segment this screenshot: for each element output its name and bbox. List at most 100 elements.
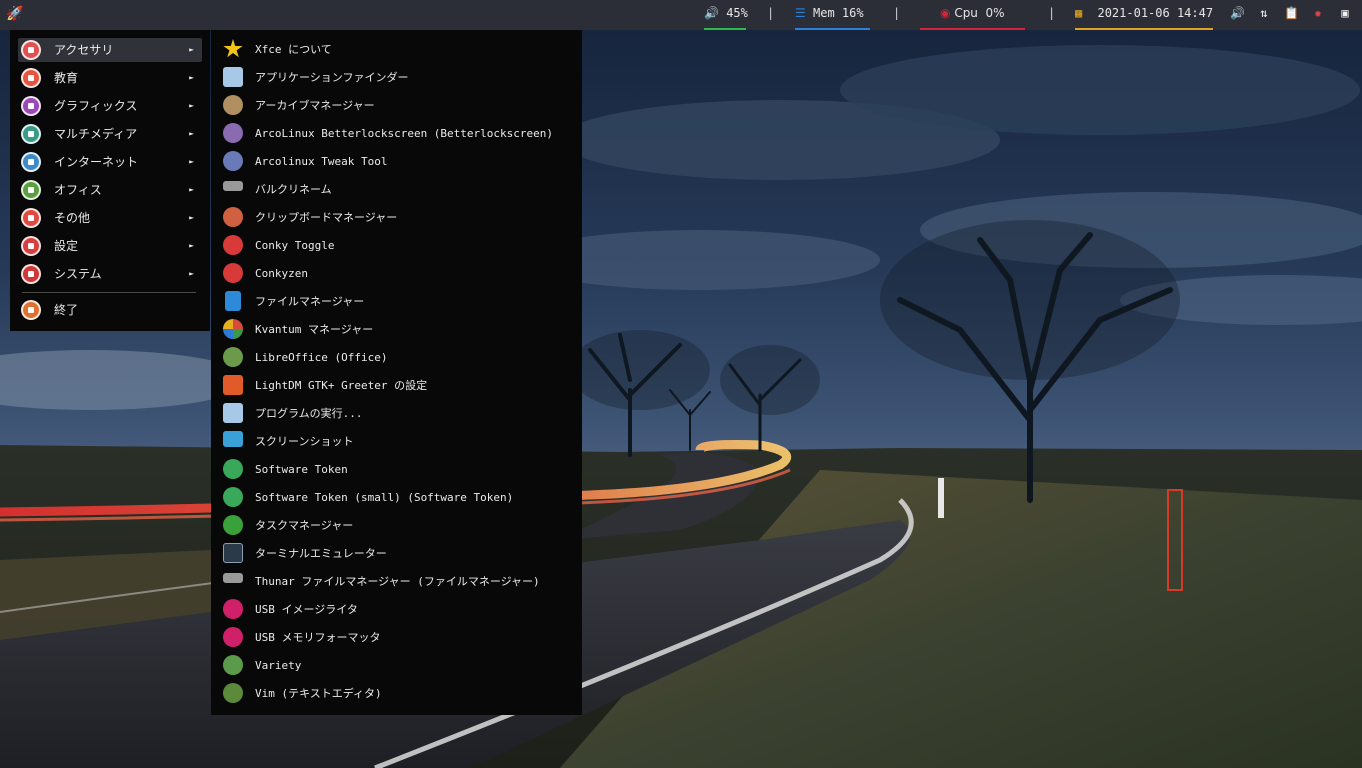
- category-education[interactable]: 教育 ►: [18, 66, 202, 90]
- app-item-conkyzen[interactable]: Conkyzen: [221, 261, 576, 287]
- app-item-betterlockscreen[interactable]: ArcoLinux Betterlockscreen (Betterlocksc…: [221, 121, 576, 147]
- app-item-terminal[interactable]: ターミナルエミュレーター: [221, 541, 576, 567]
- volume-tray-icon[interactable]: 🔊: [1230, 6, 1245, 20]
- accessories-submenu: Xfce について アプリケーションファインダー アーカイブマネージャー Arc…: [211, 30, 582, 715]
- accessories-icon: [21, 40, 41, 60]
- category-settings[interactable]: 設定 ►: [18, 234, 202, 258]
- settings-gear-icon[interactable]: ✹: [1311, 6, 1325, 20]
- app-item-conky-toggle[interactable]: Conky Toggle: [221, 233, 576, 259]
- bulk-rename-icon: [223, 181, 243, 191]
- app-label: Variety: [255, 659, 302, 672]
- category-internet[interactable]: インターネット ►: [18, 150, 202, 174]
- category-graphics[interactable]: グラフィックス ►: [18, 94, 202, 118]
- cpu-value: Cpu 0%: [954, 6, 1005, 20]
- app-label: Conky Toggle: [255, 239, 335, 252]
- app-item-task-manager[interactable]: タスクマネージャー: [221, 513, 576, 539]
- app-label: Xfce について: [255, 43, 332, 56]
- settings-icon: [21, 236, 41, 256]
- clock-widget[interactable]: ▦ 2021-01-06 14:47: [1075, 0, 1213, 30]
- thunar-icon: [223, 573, 243, 583]
- app-item-software-token[interactable]: Software Token: [221, 457, 576, 483]
- app-item-software-token-small[interactable]: Software Token (small) (Software Token): [221, 485, 576, 511]
- app-item-kvantum[interactable]: Kvantum マネージャー: [221, 317, 576, 343]
- app-item-vim[interactable]: Vim (テキストエディタ): [221, 681, 576, 707]
- app-item-usb-formatter[interactable]: USB メモリフォーマッタ: [221, 625, 576, 651]
- app-label: Software Token (small) (Software Token): [255, 491, 514, 504]
- graphics-icon: [21, 96, 41, 116]
- magnifier-icon: [223, 67, 243, 87]
- volume-underline: [704, 28, 746, 30]
- logout-item[interactable]: 終了: [18, 298, 202, 322]
- menu-divider: [22, 292, 196, 293]
- app-item-appfinder[interactable]: アプリケーションファインダー: [221, 65, 576, 91]
- category-system[interactable]: システム ►: [18, 262, 202, 286]
- app-item-libreoffice[interactable]: LibreOffice (Office): [221, 345, 576, 371]
- app-label: タスクマネージャー: [255, 519, 354, 532]
- submenu-arrow-icon: ►: [189, 241, 194, 250]
- network-arrows-icon[interactable]: ⇅: [1257, 6, 1271, 20]
- run-program-icon: [223, 403, 243, 423]
- category-label: グラフィックス: [54, 99, 138, 113]
- conky-icon: [223, 235, 243, 255]
- clipboard-tray-icon[interactable]: 📋: [1284, 6, 1299, 20]
- kvantum-icon: [223, 319, 243, 339]
- category-label: インターネット: [54, 155, 139, 169]
- lock-icon: [223, 123, 243, 143]
- app-label: バルクリネーム: [255, 183, 332, 196]
- app-label: Software Token: [255, 463, 348, 476]
- cpu-widget[interactable]: ◉ Cpu 0%: [920, 0, 1025, 30]
- app-label: Thunar ファイルマネージャー (ファイルマネージャー): [255, 575, 540, 588]
- logout-label: 終了: [54, 303, 79, 317]
- app-item-thunar[interactable]: Thunar ファイルマネージャー (ファイルマネージャー): [221, 569, 576, 595]
- app-item-usb-image-writer[interactable]: USB イメージライタ: [221, 597, 576, 623]
- token-icon: [223, 487, 243, 507]
- memory-widget[interactable]: ☰ Mem 16%: [795, 0, 870, 30]
- category-office[interactable]: オフィス ►: [18, 178, 202, 202]
- submenu-arrow-icon: ►: [189, 45, 194, 54]
- lightdm-icon: [223, 375, 243, 395]
- submenu-arrow-icon: ►: [189, 185, 194, 194]
- category-label: 設定: [54, 239, 79, 253]
- app-item-variety[interactable]: Variety: [221, 653, 576, 679]
- app-item-clipboard-manager[interactable]: クリップボードマネージャー: [221, 205, 576, 231]
- logout-icon: [21, 300, 41, 320]
- conky-icon: [223, 263, 243, 283]
- image-viewer-icon[interactable]: ▣: [1338, 6, 1352, 20]
- category-multimedia[interactable]: マルチメディア ►: [18, 122, 202, 146]
- volume-value: 45%: [726, 6, 748, 20]
- category-other[interactable]: その他 ►: [18, 206, 202, 230]
- screenshot-icon: [223, 431, 243, 447]
- app-label: USB イメージライタ: [255, 603, 358, 616]
- usb-writer-icon: [223, 599, 243, 619]
- app-label: スクリーンショット: [255, 435, 354, 448]
- app-item-run-program[interactable]: プログラムの実行...: [221, 401, 576, 427]
- category-label: 教育: [54, 71, 79, 85]
- app-label: Vim (テキストエディタ): [255, 687, 382, 700]
- app-label: ArcoLinux Betterlockscreen (Betterlocksc…: [255, 127, 554, 140]
- app-label: Arcolinux Tweak Tool: [255, 155, 388, 168]
- app-label: クリップボードマネージャー: [255, 211, 398, 224]
- libreoffice-icon: [223, 347, 243, 367]
- category-accessories[interactable]: アクセサリ ►: [18, 38, 202, 62]
- app-item-xfce-about[interactable]: Xfce について: [221, 37, 576, 63]
- app-label: USB メモリフォーマッタ: [255, 631, 381, 644]
- app-item-archive-manager[interactable]: アーカイブマネージャー: [221, 93, 576, 119]
- cpu-underline: [920, 28, 1025, 30]
- app-item-lightdm-settings[interactable]: LightDM GTK+ Greeter の設定: [221, 373, 576, 399]
- submenu-arrow-icon: ►: [189, 157, 194, 166]
- app-item-bulk-rename[interactable]: バルクリネーム: [221, 177, 576, 203]
- app-item-screenshot[interactable]: スクリーンショット: [221, 429, 576, 455]
- app-item-tweak-tool[interactable]: Arcolinux Tweak Tool: [221, 149, 576, 175]
- rocket-launcher-icon[interactable]: 🚀: [6, 5, 24, 23]
- submenu-arrow-icon: ►: [189, 73, 194, 82]
- cpu-gauge-icon: ◉: [940, 6, 951, 20]
- clock-value: 2021-01-06 14:47: [1097, 6, 1214, 20]
- volume-widget[interactable]: 🔊 45%: [704, 0, 748, 30]
- app-item-file-manager[interactable]: ファイルマネージャー: [221, 289, 576, 315]
- app-label: アーカイブマネージャー: [255, 99, 375, 112]
- category-label: システム: [54, 267, 102, 281]
- app-label: ターミナルエミュレーター: [255, 547, 387, 560]
- tweak-tool-icon: [223, 151, 243, 171]
- multimedia-icon: [21, 124, 41, 144]
- panel-separator: |: [767, 6, 775, 20]
